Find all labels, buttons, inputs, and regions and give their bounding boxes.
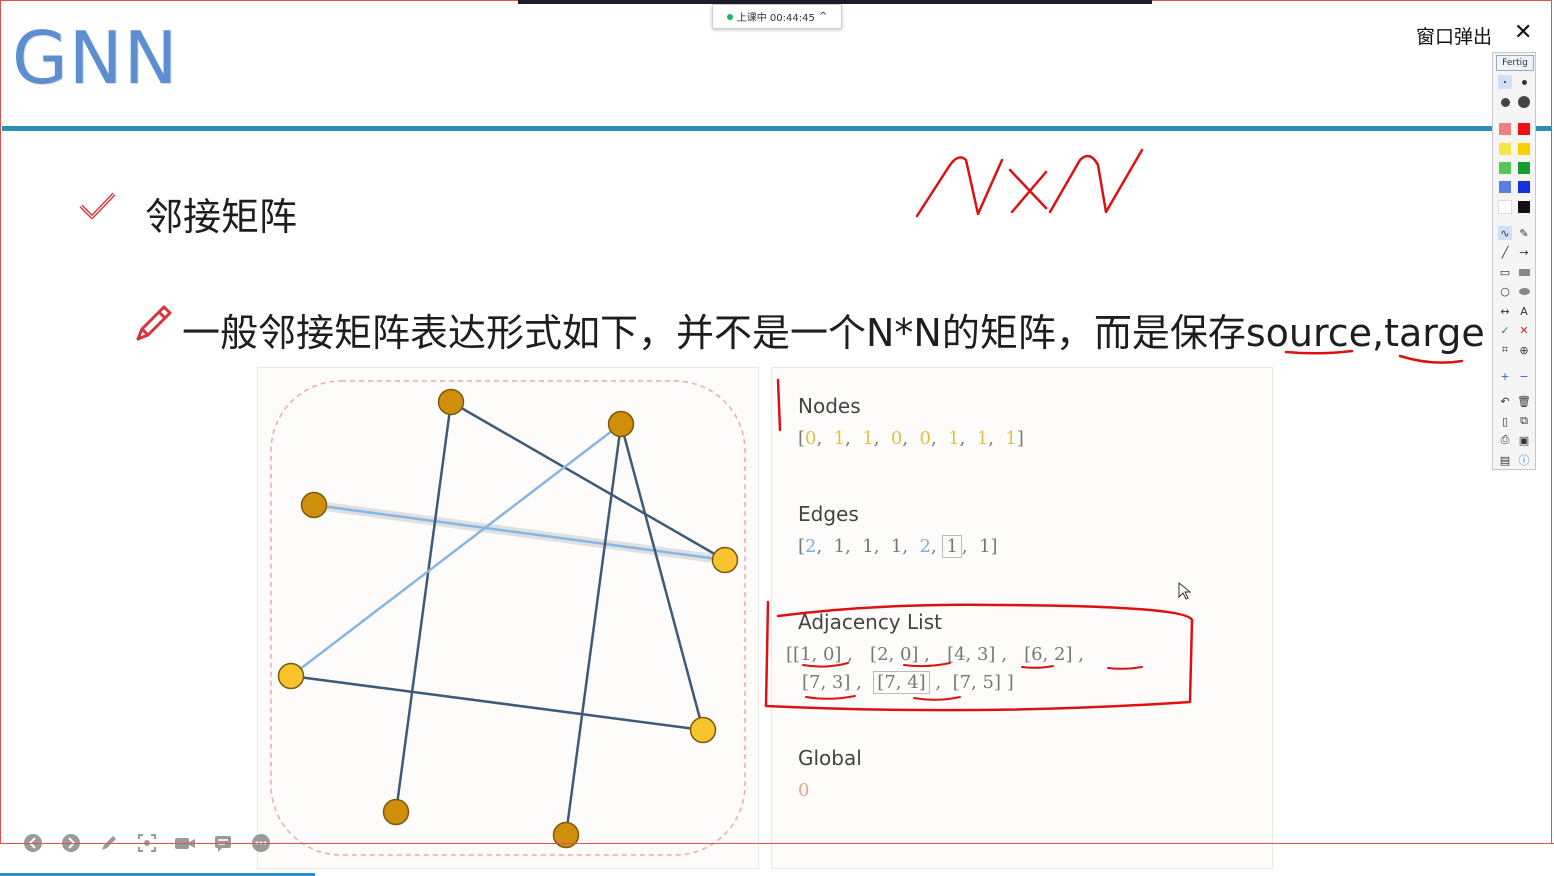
pen-size-large[interactable] xyxy=(1498,95,1512,109)
ink-underline-target xyxy=(1398,354,1464,364)
swatch-fill xyxy=(1498,200,1512,214)
swatch-fill xyxy=(1499,123,1511,135)
color-swatch-red[interactable] xyxy=(1517,122,1531,136)
zoom-out-icon[interactable]: − xyxy=(1517,369,1531,383)
double-arrow-icon[interactable]: ↔ xyxy=(1498,304,1512,318)
ink-tick-nodes xyxy=(776,378,782,432)
bottom-divider xyxy=(0,843,1554,844)
arrow-icon[interactable]: → xyxy=(1517,245,1531,259)
filled-rectangle-icon[interactable] xyxy=(1517,265,1531,279)
new-page-icon[interactable]: ▯ xyxy=(1498,414,1512,428)
zoom-icon[interactable]: ⊕ xyxy=(1517,343,1531,357)
ink-underline-pair xyxy=(913,696,961,701)
crop-icon[interactable]: ⌗ xyxy=(1498,343,1512,357)
done-button[interactable]: Fertig xyxy=(1496,55,1534,71)
ink-underline-pair xyxy=(903,662,951,668)
swatch-fill xyxy=(1518,181,1530,193)
pen-size-small[interactable] xyxy=(1498,75,1512,89)
ink-underline-pair xyxy=(802,662,849,668)
drawing-toolbar: Fertig ∿ ✎ ╱ → ▭ ○ ↔ A ✓ ✕ ⌗ ⊕ + − ↶ 🗑 ▯… xyxy=(1492,52,1536,470)
swatch-fill xyxy=(1518,201,1530,213)
color-swatch-white[interactable] xyxy=(1498,200,1512,214)
print-icon[interactable]: ⎙ xyxy=(1498,433,1512,447)
color-swatch-light-yellow[interactable] xyxy=(1498,142,1512,156)
ink-underline-pair xyxy=(1021,665,1054,669)
color-swatch-yellow[interactable] xyxy=(1517,142,1531,156)
color-swatch-light-green[interactable] xyxy=(1498,161,1512,175)
text-tool-icon[interactable]: A xyxy=(1517,304,1531,318)
info-icon[interactable]: ⓘ xyxy=(1517,453,1531,467)
mouse-cursor-icon xyxy=(1178,581,1192,600)
pen-size-xlarge[interactable] xyxy=(1517,95,1531,109)
highlighter-icon[interactable]: ✎ xyxy=(1517,226,1531,240)
save-icon[interactable]: ▣ xyxy=(1517,433,1531,447)
color-swatch-light-blue[interactable] xyxy=(1498,180,1512,194)
ellipse-icon[interactable]: ○ xyxy=(1498,284,1512,298)
ink-handwriting-nxn xyxy=(915,148,1144,218)
ink-box-adjacency xyxy=(764,600,1194,712)
color-swatch-black[interactable] xyxy=(1517,200,1531,214)
screenshot-icon[interactable]: ▤ xyxy=(1498,453,1512,467)
ink-underline-pair xyxy=(1107,666,1143,670)
swatch-fill xyxy=(1518,162,1530,174)
freehand-icon[interactable]: ∿ xyxy=(1498,226,1512,240)
rectangle-icon[interactable]: ▭ xyxy=(1498,265,1512,279)
pen-size-medium[interactable] xyxy=(1517,75,1531,89)
trash-icon[interactable]: 🗑 xyxy=(1517,394,1531,408)
swatch-fill xyxy=(1499,143,1511,155)
ink-underline-source xyxy=(1284,349,1354,355)
zoom-in-icon[interactable]: + xyxy=(1498,369,1512,383)
swatch-fill xyxy=(1499,181,1511,193)
ink-annotation-layer xyxy=(764,148,1464,712)
swatch-fill xyxy=(1518,123,1530,135)
color-swatch-blue[interactable] xyxy=(1517,180,1531,194)
line-icon[interactable]: ╱ xyxy=(1498,245,1512,259)
ink-underline-pair xyxy=(805,695,856,700)
copy-icon[interactable]: ⧉ xyxy=(1517,414,1531,428)
filled-ellipse-icon[interactable] xyxy=(1517,284,1531,298)
swatch-fill xyxy=(1518,143,1530,155)
check-stamp-icon[interactable]: ✓ xyxy=(1498,323,1512,337)
swatch-fill xyxy=(1499,162,1511,174)
color-swatch-light-red[interactable] xyxy=(1498,122,1512,136)
undo-icon[interactable]: ↶ xyxy=(1498,394,1512,408)
color-swatch-green[interactable] xyxy=(1517,161,1531,175)
cross-stamp-icon[interactable]: ✕ xyxy=(1517,323,1531,337)
